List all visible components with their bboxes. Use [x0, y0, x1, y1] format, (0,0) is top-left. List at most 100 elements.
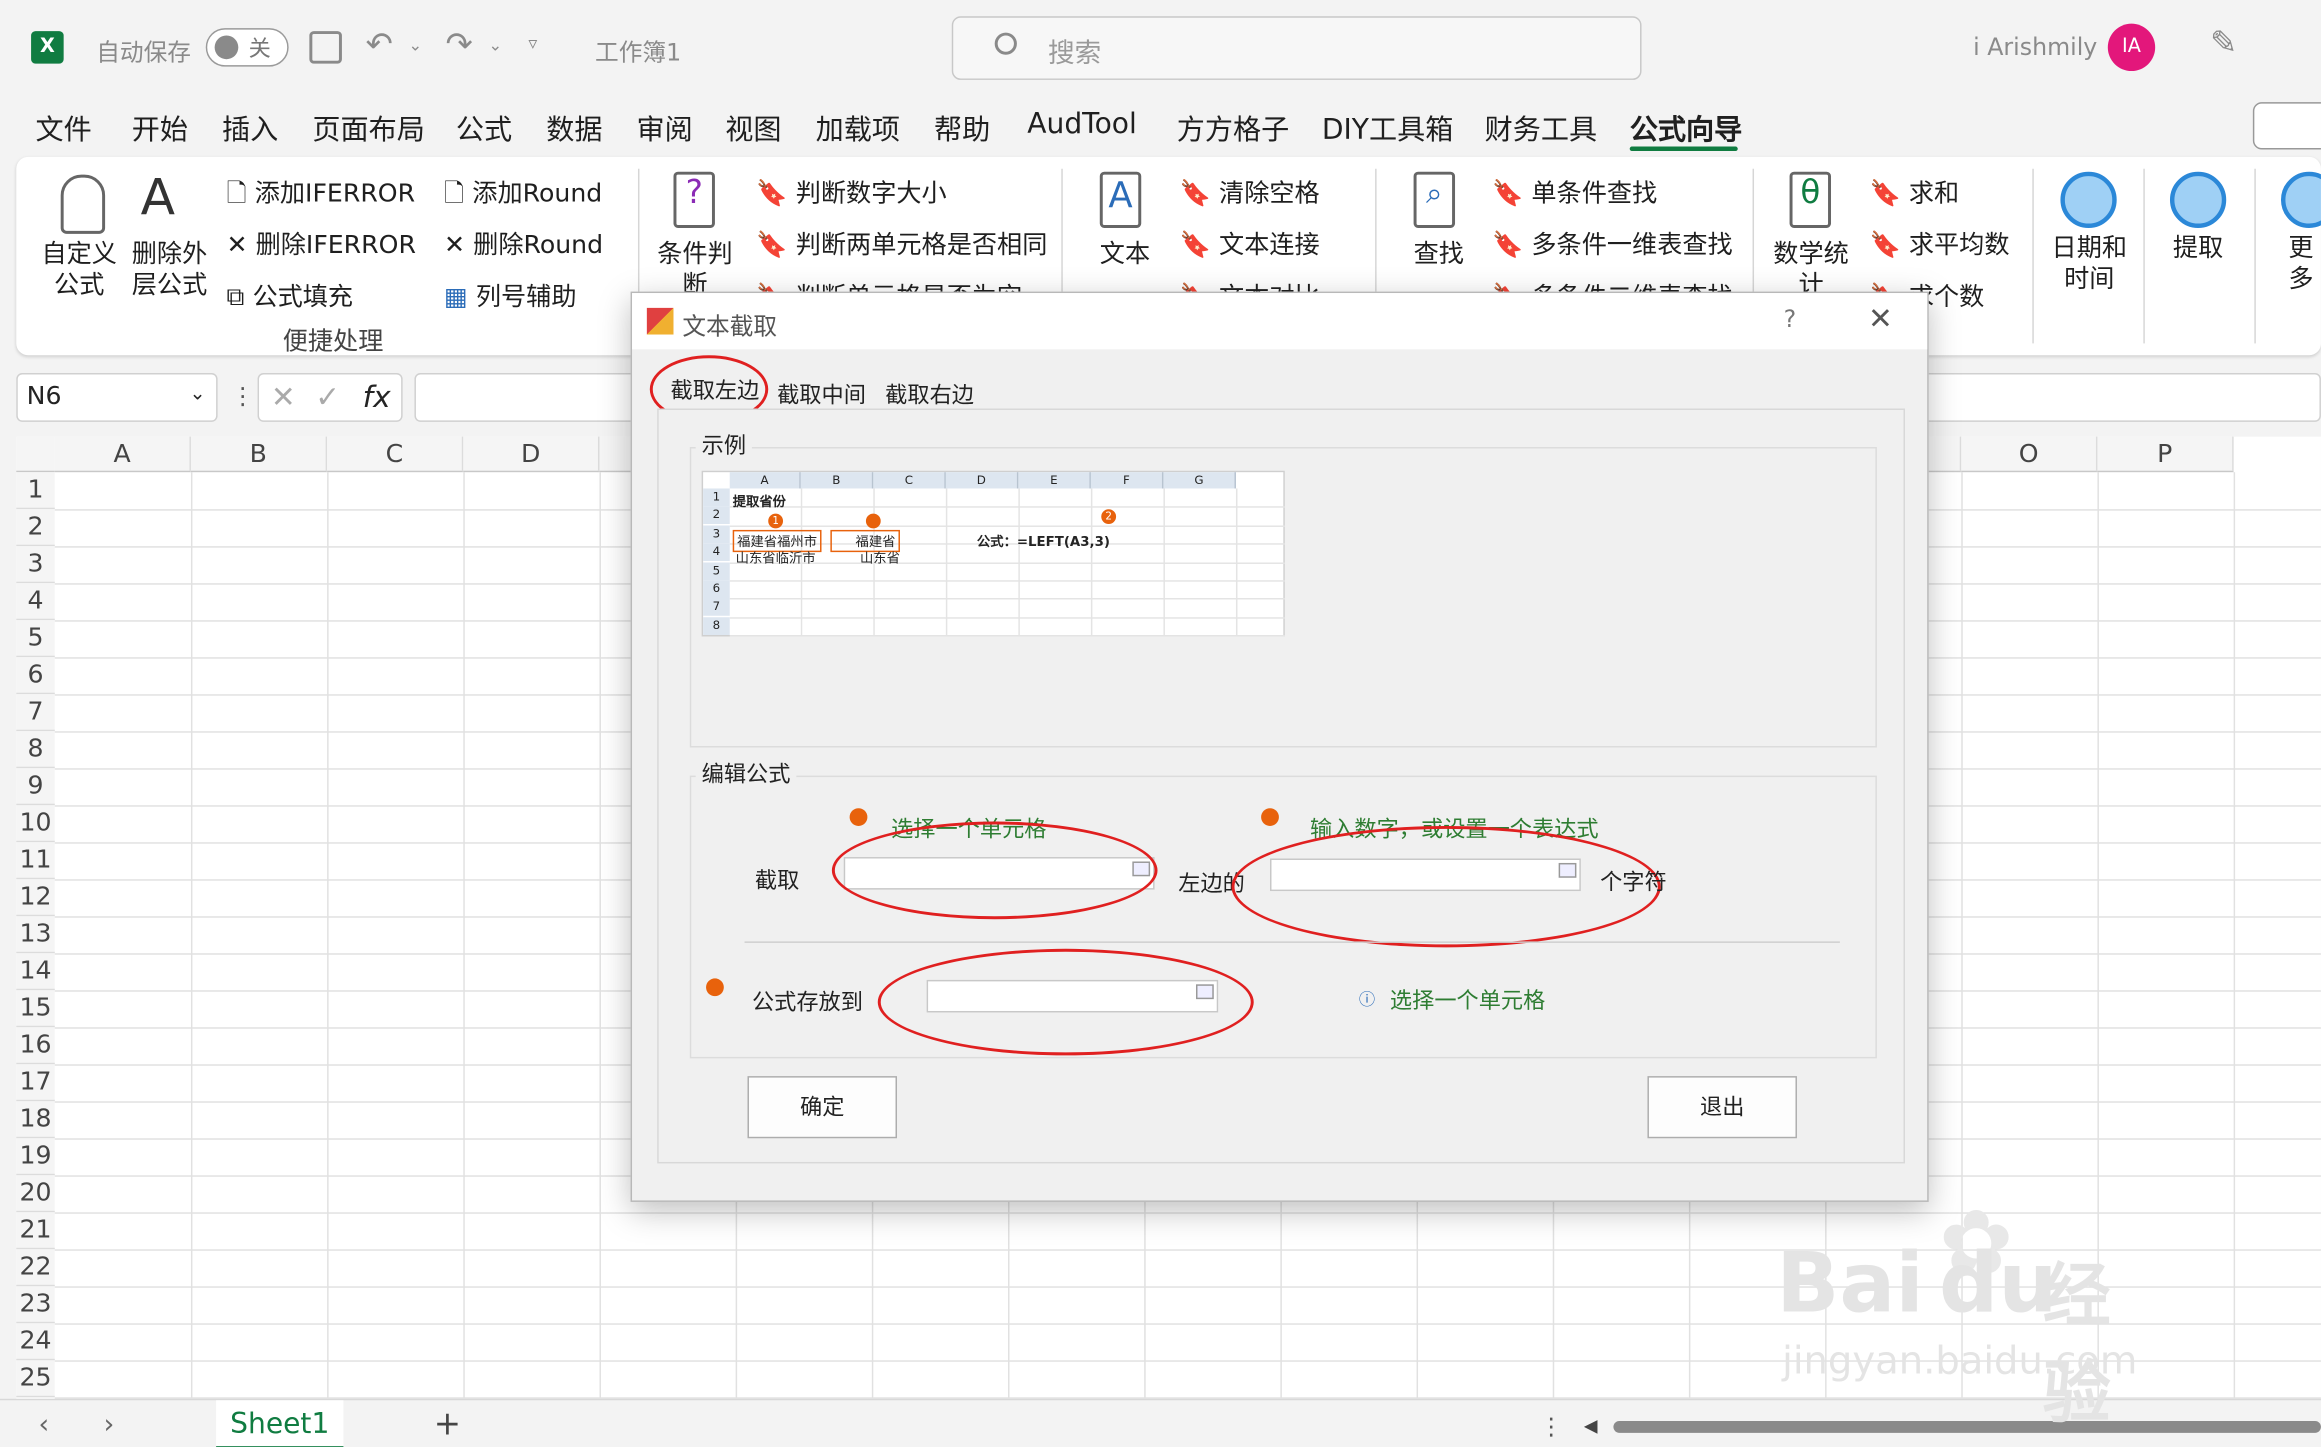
example-legend: 示例 [695, 429, 752, 461]
avatar[interactable]: IA [2107, 23, 2156, 72]
function-icon[interactable]: fx [363, 379, 391, 415]
customize-qat-icon[interactable]: ▿ [528, 33, 537, 54]
multi-find-1d-button[interactable]: 🔖 多条件一维表查找 [1492, 224, 1733, 261]
save-icon[interactable] [309, 31, 342, 64]
menu-data[interactable]: 数据 [546, 108, 602, 148]
col-helper-button[interactable]: ▦ 列号辅助 [444, 275, 576, 313]
more-options-icon[interactable]: ⋮ [1539, 1412, 1563, 1440]
row-header-6[interactable]: 6 [16, 657, 55, 695]
row-header-7[interactable]: 7 [16, 694, 55, 732]
help-button[interactable]: ? [1784, 305, 1797, 333]
row-header-12[interactable]: 12 [16, 879, 55, 917]
sheet-tab[interactable]: Sheet1 [216, 1400, 344, 1447]
menu-diy[interactable]: DIY工具箱 [1322, 108, 1454, 148]
horizontal-scrollbar[interactable] [1613, 1420, 2321, 1433]
row-header-23[interactable]: 23 [16, 1286, 55, 1324]
redo-icon[interactable]: ↷ [446, 27, 473, 64]
autosave-toggle[interactable]: 关 [205, 28, 289, 67]
row-header-21[interactable]: 21 [16, 1212, 55, 1250]
clear-space-button[interactable]: 🔖 清除空格 [1180, 172, 1320, 209]
menu-audtool[interactable]: AudTool [1027, 108, 1137, 141]
tab-right[interactable]: 截取右边 [885, 379, 974, 410]
menu-addins[interactable]: 加载项 [816, 108, 900, 148]
row-header-14[interactable]: 14 [16, 953, 55, 991]
column-header-o[interactable]: O [1961, 436, 2098, 473]
text-button[interactable]: 文本 [1100, 240, 1150, 271]
judge-same-button[interactable]: 🔖 判断两单元格是否相同 [756, 224, 1047, 261]
row-header-11[interactable]: 11 [16, 842, 55, 880]
select-all-corner[interactable] [16, 436, 55, 473]
undo-icon[interactable]: ↶ [366, 27, 393, 64]
row-header-13[interactable]: 13 [16, 916, 55, 954]
average-button[interactable]: 🔖 求平均数 [1869, 224, 2009, 261]
delete-outer-button[interactable]: 删除外 层公式 [132, 240, 207, 302]
menu-review[interactable]: 审阅 [636, 108, 692, 148]
exit-button[interactable]: 退出 [1647, 1076, 1797, 1139]
del-iferror-button[interactable]: ✕ 删除IFERROR [226, 224, 415, 261]
next-sheet-icon[interactable]: › [104, 1409, 115, 1440]
row-header-24[interactable]: 24 [16, 1323, 55, 1361]
prev-sheet-icon[interactable]: ‹ [38, 1409, 49, 1440]
menu-formula-wizard[interactable]: 公式向导 [1630, 108, 1743, 148]
add-sheet-icon[interactable]: + [434, 1406, 461, 1443]
menu-file[interactable]: 文件 [36, 108, 92, 148]
row-header-10[interactable]: 10 [16, 805, 55, 843]
pen-icon[interactable]: ✎ [2210, 25, 2237, 62]
row-header-1[interactable]: 1 [16, 472, 55, 510]
menu-fangfang[interactable]: 方方格子 [1177, 108, 1290, 148]
custom-formula-button[interactable]: 自定义 公式 [41, 240, 116, 302]
row-header-3[interactable]: 3 [16, 546, 55, 584]
menu-insert[interactable]: 插入 [222, 108, 278, 148]
redo-dropdown-icon[interactable]: ⌄ [488, 36, 502, 55]
add-round-button[interactable]: 🗋 添加Round [444, 172, 602, 218]
cancel-icon[interactable]: ✕ [271, 379, 296, 415]
extract-button[interactable]: 提取 [2173, 234, 2223, 265]
row-header-15[interactable]: 15 [16, 990, 55, 1028]
more-options-icon[interactable]: ⋮ [231, 382, 255, 410]
row-header-22[interactable]: 22 [16, 1249, 55, 1287]
sum-button[interactable]: 🔖 求和 [1869, 172, 1959, 209]
judge-num-button[interactable]: 🔖 判断数字大小 [756, 172, 946, 209]
column-header-p[interactable]: P [2097, 436, 2234, 473]
more-button[interactable]: 更多 [2281, 234, 2321, 296]
del-round-button[interactable]: ✕ 删除Round [444, 224, 603, 261]
row-header-9[interactable]: 9 [16, 768, 55, 806]
search-box[interactable]: 搜索 [951, 16, 1642, 80]
close-icon[interactable]: ✕ [1868, 300, 1893, 336]
menu-view[interactable]: 视图 [725, 108, 781, 148]
column-header-c[interactable]: C [327, 436, 464, 473]
row-header-8[interactable]: 8 [16, 731, 55, 769]
tab-middle[interactable]: 截取中间 [777, 379, 866, 410]
enter-icon[interactable]: ✓ [315, 379, 340, 415]
ok-button[interactable]: 确定 [747, 1076, 898, 1139]
column-header-d[interactable]: D [463, 436, 600, 473]
formula-fill-button[interactable]: ⧉ 公式填充 [226, 275, 353, 313]
menu-home[interactable]: 开始 [132, 108, 188, 148]
row-header-4[interactable]: 4 [16, 583, 55, 621]
add-iferror-button[interactable]: 🗋 添加IFERROR [226, 172, 415, 218]
row-header-2[interactable]: 2 [16, 509, 55, 547]
menu-finance[interactable]: 财务工具 [1485, 108, 1598, 148]
row-header-20[interactable]: 20 [16, 1175, 55, 1213]
row-header-17[interactable]: 17 [16, 1064, 55, 1102]
menu-page-layout[interactable]: 页面布局 [312, 108, 425, 148]
column-header-a[interactable]: A [54, 436, 191, 473]
menu-formulas[interactable]: 公式 [456, 108, 512, 148]
column-header-b[interactable]: B [190, 436, 328, 473]
row-header-18[interactable]: 18 [16, 1101, 55, 1139]
row-header-25[interactable]: 25 [16, 1360, 55, 1398]
date-button[interactable]: 日期和 时间 [2052, 234, 2127, 296]
menu-help[interactable]: 帮助 [934, 108, 990, 148]
text-join-button[interactable]: 🔖 文本连接 [1180, 224, 1320, 261]
comments-button[interactable] [2252, 102, 2321, 150]
scroll-left-icon[interactable]: ◀ [1584, 1415, 1598, 1436]
row-header-19[interactable]: 19 [16, 1138, 55, 1176]
undo-dropdown-icon[interactable]: ⌄ [409, 36, 423, 55]
user-name[interactable]: i Arishmily [1973, 33, 2097, 61]
row-header-16[interactable]: 16 [16, 1027, 55, 1065]
row-header-5[interactable]: 5 [16, 620, 55, 658]
find-button[interactable]: 查找 [1414, 240, 1464, 271]
add-round-label: 添加Round [472, 179, 603, 209]
single-find-button[interactable]: 🔖 单条件查找 [1492, 172, 1657, 209]
name-box[interactable]: N6 ⌄ [16, 373, 218, 422]
